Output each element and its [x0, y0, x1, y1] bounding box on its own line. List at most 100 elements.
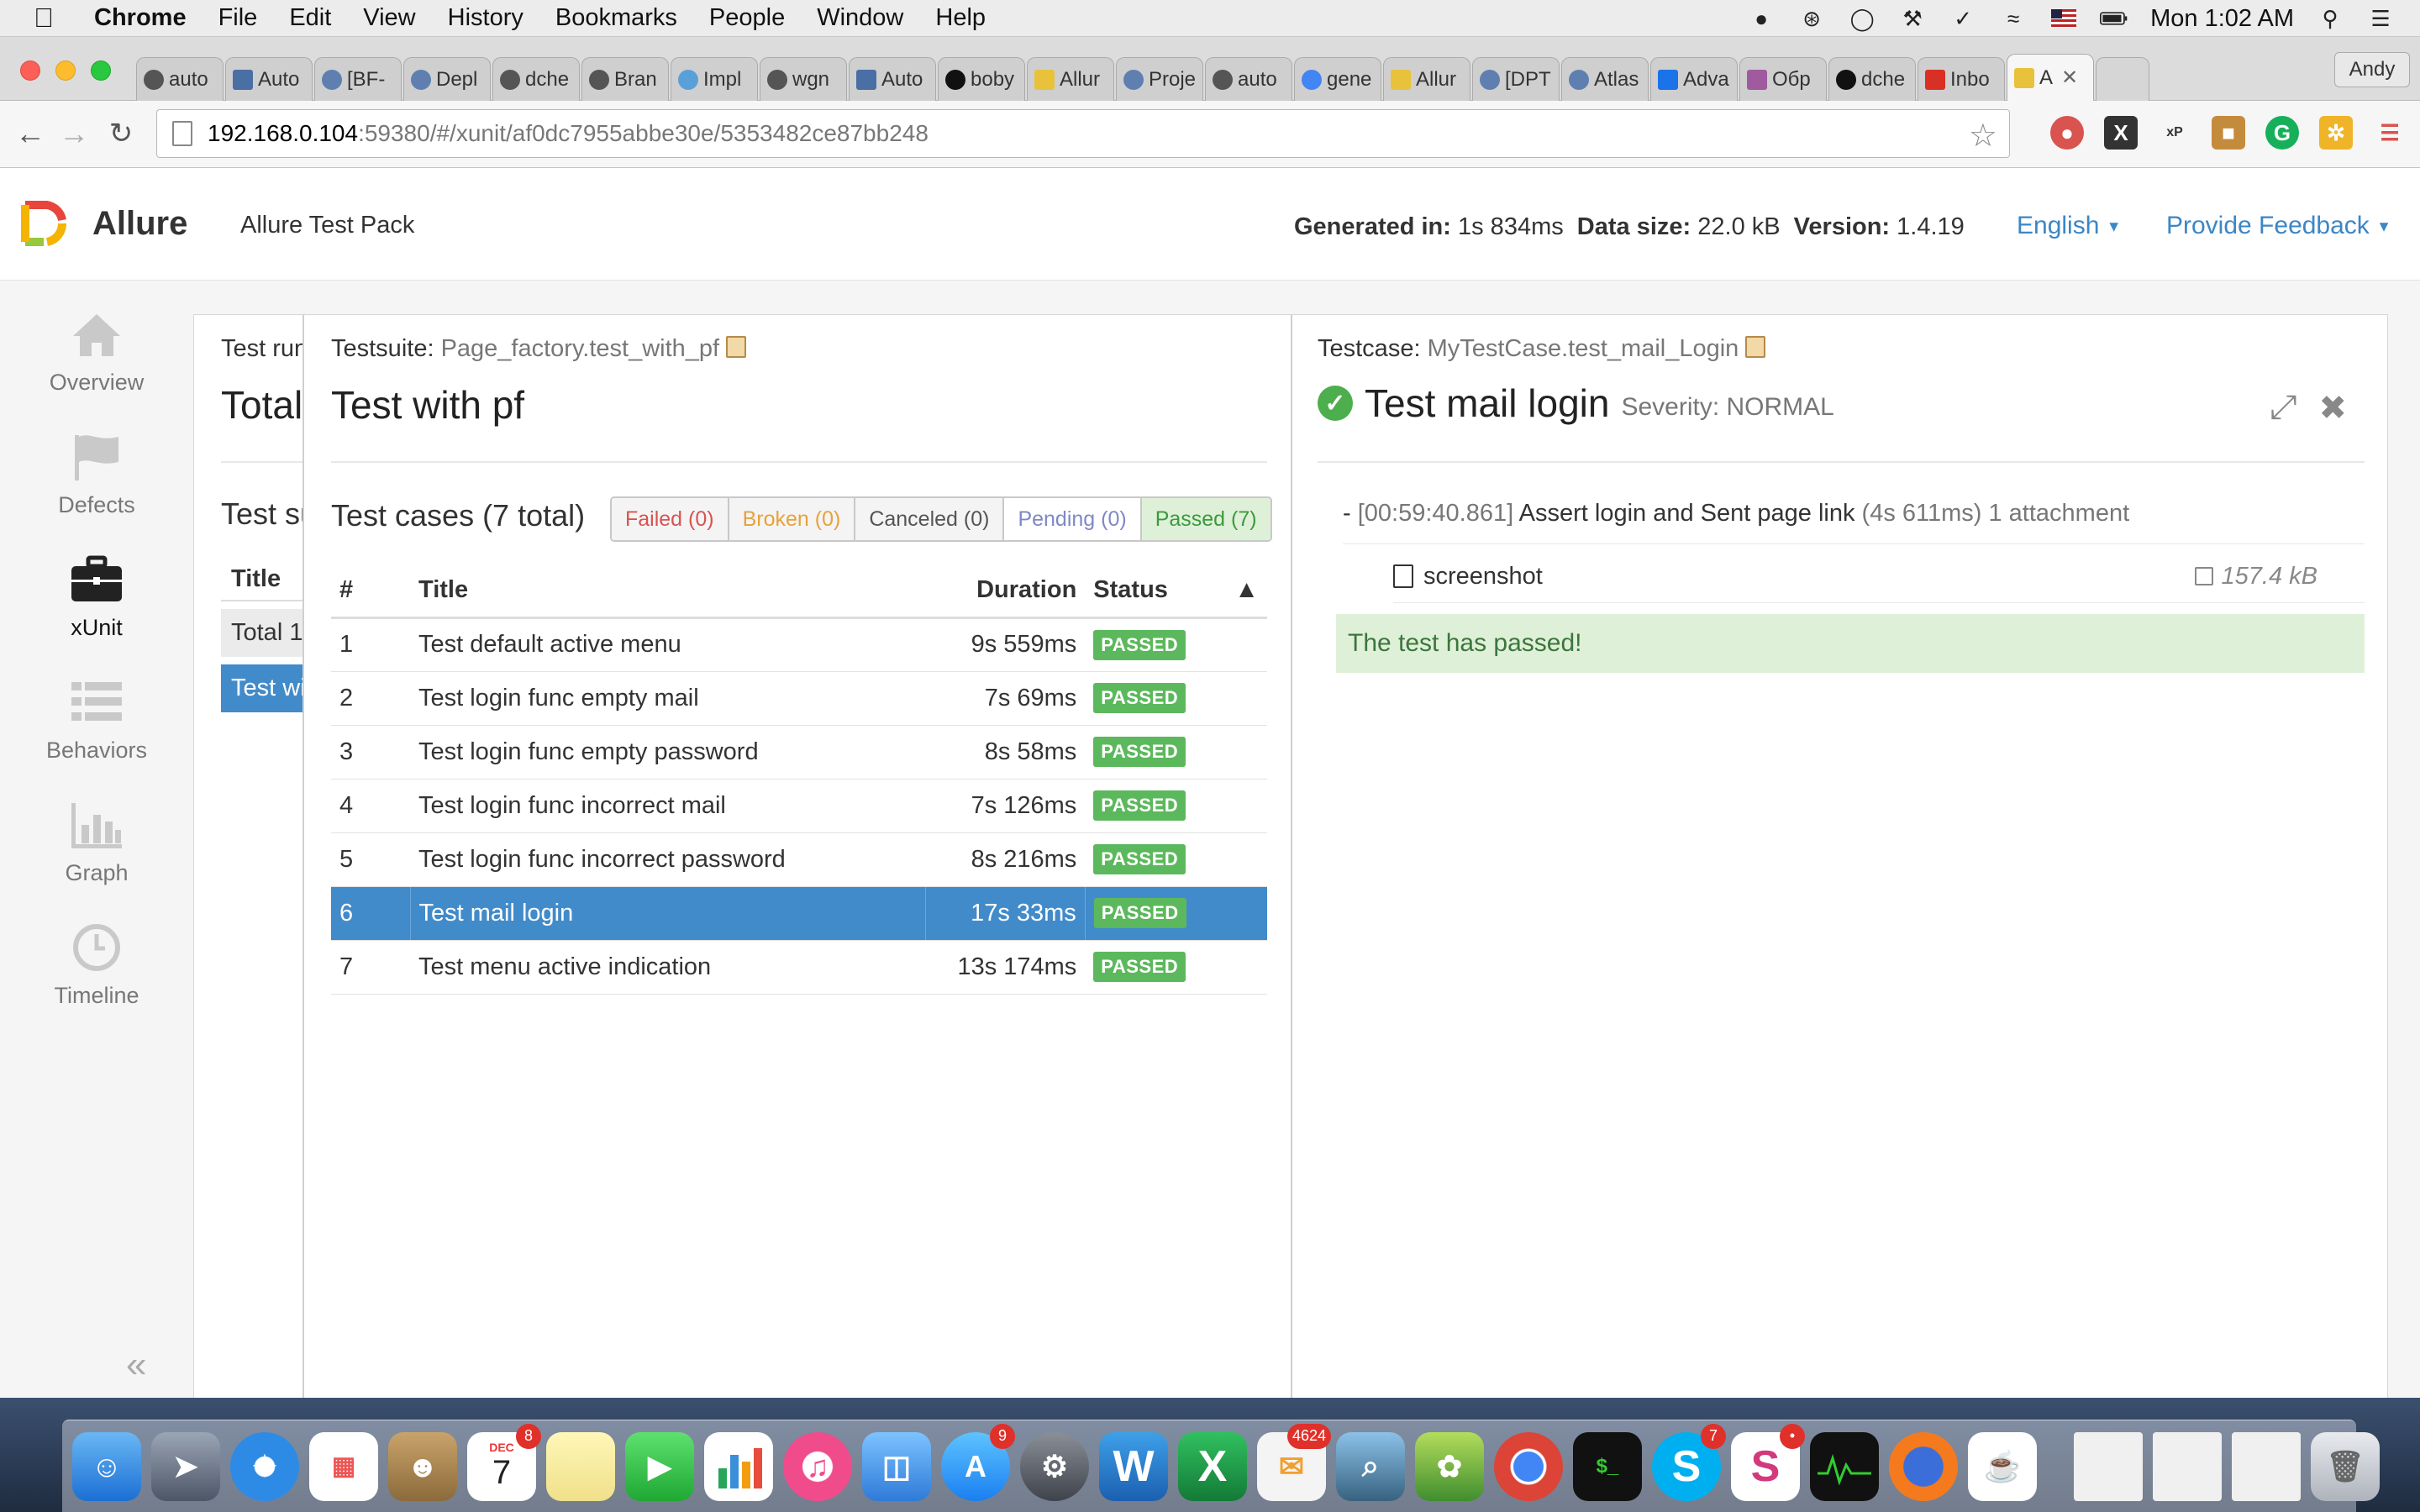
- itunes-icon[interactable]: ♫: [783, 1431, 852, 1501]
- browser-tab[interactable]: wgn: [760, 57, 847, 101]
- airdrop-icon[interactable]: ⊛: [1797, 6, 1826, 31]
- sort-ascending-icon[interactable]: ▲: [1226, 564, 1267, 619]
- notes-icon[interactable]: [546, 1431, 615, 1501]
- menu-help[interactable]: Help: [935, 4, 986, 32]
- sidebar-item-timeline[interactable]: Timeline: [0, 922, 193, 1009]
- close-icon[interactable]: ✖: [2318, 389, 2347, 428]
- firefox-icon[interactable]: [1889, 1431, 1958, 1501]
- java-icon[interactable]: ☕: [1968, 1431, 2037, 1501]
- safari-icon[interactable]: ✦: [230, 1431, 299, 1501]
- expand-icon[interactable]: ⤢: [2270, 389, 2296, 428]
- collapse-sidebar-icon[interactable]: «: [126, 1344, 146, 1386]
- browser-tab[interactable]: auto: [1205, 57, 1292, 101]
- document-thumbnail[interactable]: [2232, 1431, 2301, 1501]
- attachment-row[interactable]: screenshot 157.4 kB: [1393, 555, 2365, 597]
- contacts-icon[interactable]: ☻: [388, 1431, 457, 1501]
- apple-menu-icon[interactable]: : [34, 3, 69, 34]
- trash-icon[interactable]: 🗑: [2311, 1431, 2380, 1501]
- terminal-icon[interactable]: $_: [1573, 1431, 1642, 1501]
- browser-tab[interactable]: dche: [492, 57, 580, 101]
- document-thumbnail[interactable]: [2074, 1431, 2143, 1501]
- slack-icon[interactable]: S •: [1731, 1423, 1805, 1501]
- menu-edit[interactable]: Edit: [289, 4, 331, 32]
- menu-history[interactable]: History: [448, 4, 523, 32]
- browser-tab[interactable]: Adva: [1650, 57, 1738, 101]
- sidebar-item-overview[interactable]: Overview: [0, 309, 193, 396]
- close-window-button[interactable]: [20, 60, 40, 81]
- browser-tab[interactable]: Обр: [1739, 57, 1827, 101]
- column-header-number[interactable]: #: [331, 564, 410, 619]
- chrome-menu-icon[interactable]: ☰: [2373, 116, 2407, 150]
- launchpad-icon[interactable]: ➤: [151, 1431, 220, 1501]
- sidebar-item-behaviors[interactable]: Behaviors: [0, 677, 193, 764]
- menu-window[interactable]: Window: [817, 4, 903, 32]
- close-tab-icon[interactable]: ✕: [2061, 66, 2078, 90]
- table-row[interactable]: 5 Test login func incorrect password 8s …: [331, 832, 1267, 887]
- filter-pending-button[interactable]: Pending (0): [1004, 498, 1142, 540]
- menu-bookmarks[interactable]: Bookmarks: [555, 4, 677, 32]
- table-row-selected[interactable]: 6 Test mail login 17s 33ms PASSED: [331, 886, 1267, 941]
- battery-icon[interactable]: [2100, 6, 2128, 31]
- time-machine-icon[interactable]: ◯: [1848, 6, 1876, 31]
- task-check-icon[interactable]: ✓: [1949, 6, 1977, 31]
- table-row[interactable]: 7 Test menu active indication 13s 174ms …: [331, 940, 1267, 995]
- table-row[interactable]: 1 Test default active menu 9s 559ms PASS…: [331, 617, 1267, 672]
- activity-monitor-icon[interactable]: [1810, 1431, 1879, 1501]
- app-brand[interactable]: Allure: [92, 205, 187, 243]
- document-thumbnail[interactable]: [2153, 1431, 2222, 1501]
- excel-icon[interactable]: X: [1178, 1431, 1247, 1501]
- column-header-duration[interactable]: Duration: [925, 564, 1086, 619]
- column-header-status[interactable]: Status: [1085, 564, 1227, 619]
- skype-icon[interactable]: S7: [1652, 1423, 1726, 1501]
- sourcetree-icon[interactable]: ✿: [1415, 1431, 1484, 1501]
- bookmark-star-icon[interactable]: ☆: [1969, 117, 1997, 155]
- filter-failed-button[interactable]: Failed (0): [612, 498, 729, 540]
- extension-grammarly-icon[interactable]: G: [2265, 116, 2299, 150]
- browser-tab-active[interactable]: A ✕: [2007, 54, 2094, 101]
- menu-view[interactable]: View: [363, 4, 415, 32]
- filter-passed-button[interactable]: Passed (7): [1141, 498, 1270, 540]
- table-row[interactable]: 2 Test login func empty mail 7s 69ms PAS…: [331, 671, 1267, 726]
- back-arrow-icon[interactable]: ←: [12, 113, 49, 155]
- wifi-icon[interactable]: ≈: [1999, 6, 2028, 31]
- notification-center-icon[interactable]: ☰: [2366, 6, 2395, 31]
- system-preferences-icon[interactable]: ⚙: [1020, 1431, 1089, 1501]
- browser-tab[interactable]: [BF-: [314, 57, 402, 101]
- menu-people[interactable]: People: [709, 4, 785, 32]
- menu-file[interactable]: File: [218, 4, 258, 32]
- spotlight-search-icon[interactable]: ⚲: [2316, 6, 2344, 31]
- profile-button[interactable]: Andy: [2334, 52, 2410, 87]
- browser-tab[interactable]: Depl: [403, 57, 491, 101]
- network-utility-icon[interactable]: ⌕: [1336, 1431, 1405, 1501]
- browser-tab[interactable]: [DPT: [1472, 57, 1560, 101]
- browser-tab[interactable]: Allur: [1383, 57, 1470, 101]
- reload-icon[interactable]: ↻: [103, 113, 139, 155]
- browser-tab[interactable]: dche: [1828, 57, 1916, 101]
- app-store-icon[interactable]: A9: [941, 1423, 1015, 1501]
- step-toggle[interactable]: -: [1343, 500, 1351, 527]
- extension-gear-icon[interactable]: ✲: [2319, 116, 2353, 150]
- sidebar-item-xunit[interactable]: xUnit: [0, 554, 193, 641]
- browser-tab[interactable]: Atlas: [1561, 57, 1649, 101]
- address-bar[interactable]: 192.168.0.104:59380/#/xunit/af0dc7955abb…: [156, 109, 2010, 158]
- browser-tab[interactable]: Bran: [581, 57, 669, 101]
- table-row[interactable]: 3 Test login func empty password 8s 58ms…: [331, 725, 1267, 780]
- chrome-icon[interactable]: [1494, 1431, 1563, 1501]
- browser-tab[interactable]: Auto: [849, 57, 936, 101]
- test-step[interactable]: - [00:59:40.861] Assert login and Sent p…: [1343, 500, 2129, 528]
- extension-cookie-icon[interactable]: ●: [2050, 116, 2084, 150]
- filter-broken-button[interactable]: Broken (0): [729, 498, 856, 540]
- browser-tab[interactable]: Allur: [1027, 57, 1114, 101]
- browser-tab[interactable]: boby: [938, 57, 1025, 101]
- copy-icon[interactable]: [726, 336, 747, 358]
- menu-app-name[interactable]: Chrome: [94, 4, 187, 32]
- extension-x-icon[interactable]: X: [2104, 116, 2138, 150]
- language-dropdown[interactable]: English ▼: [2017, 212, 2122, 240]
- browser-tab[interactable]: gene: [1294, 57, 1381, 101]
- column-header-title[interactable]: Title: [410, 564, 926, 619]
- extension-robot-icon[interactable]: ■: [2212, 116, 2245, 150]
- finder-icon[interactable]: ☺: [72, 1431, 141, 1501]
- browser-tab[interactable]: Inbo: [1918, 57, 2005, 101]
- calendar-icon[interactable]: DEC 7 8: [467, 1423, 541, 1501]
- browser-tab[interactable]: Impl: [671, 57, 758, 101]
